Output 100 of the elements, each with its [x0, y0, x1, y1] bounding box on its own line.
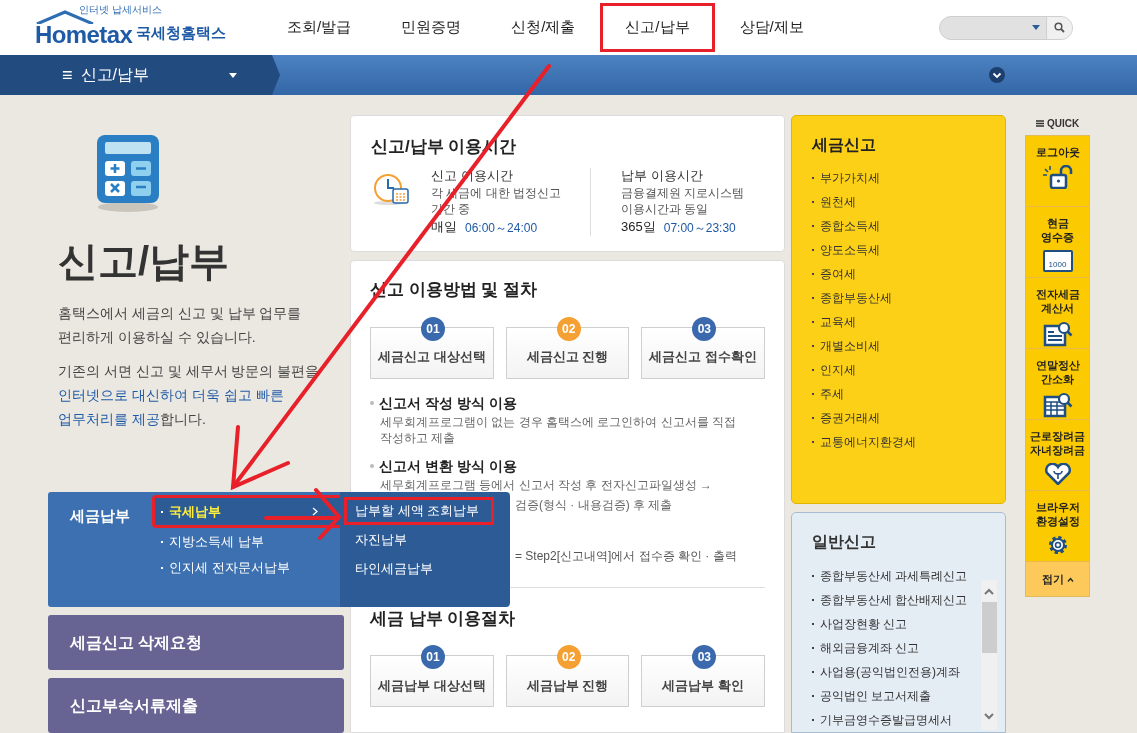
step-label: 세금납부 대상선택 — [378, 676, 486, 695]
scrollbar[interactable] — [981, 580, 997, 730]
quick-title: QUICK — [1046, 116, 1080, 131]
step-number: 01 — [421, 316, 445, 341]
list-link[interactable]: 사업용(공익법인전용)계좌 — [812, 660, 978, 684]
breadcrumb-bar[interactable]: ≡ 신고/납부 — [0, 55, 280, 95]
panel-title: 일반신고 — [812, 532, 877, 552]
caret-icon — [1031, 25, 1040, 30]
method-text: 세무회계프로그램 등에서 신고서 작성 후 전자신고파일생성 → — [380, 476, 712, 493]
quick-label: 근로장려금 자녀장려금 — [1030, 429, 1085, 457]
logo-brand[interactable]: Hometax — [35, 23, 133, 46]
logo-org: 국세청홈택스 — [136, 23, 227, 43]
chevron-down-icon[interactable] — [989, 67, 1005, 83]
bullet-icon — [370, 464, 374, 468]
list-link[interactable]: 공익법인 보고서제출 — [812, 684, 978, 708]
step-number: 01 — [421, 645, 445, 669]
clock-icon — [371, 171, 411, 206]
quick-label: 브라우저 환경설정 — [1035, 500, 1080, 528]
step-number: 02 — [556, 316, 581, 341]
nav-link[interactable]: 민원증명 — [376, 3, 487, 52]
page-title: 신고/납부 — [58, 241, 231, 281]
list-link[interactable]: 교통에너지환경세 — [812, 430, 1005, 454]
list-link[interactable]: 양도소득세 — [812, 238, 1005, 262]
quick-label: 로그아웃 — [1035, 145, 1080, 159]
flyout-item[interactable]: 타인세금납부 — [344, 555, 494, 583]
calculator-icon — [95, 133, 161, 213]
collapse-button[interactable]: 접기 — [1026, 562, 1089, 596]
list-link[interactable]: 증여세 — [812, 262, 1005, 286]
menu-card[interactable]: 신고부속서류제출 — [48, 678, 344, 733]
time-range: 07:00～23:30 — [663, 219, 736, 236]
info-text: 금융결제원 지로시스템 — [621, 184, 745, 201]
search-field[interactable] — [938, 15, 1073, 40]
method-title: 신고서 작성 방식 이용 — [379, 393, 517, 413]
quick-label: 연말정산 간소화 — [1035, 358, 1080, 386]
flyout-item[interactable]: 납부할 세액 조회납부 — [344, 497, 494, 525]
intro-paragraph: 홈택스에서 세금의 신고 및 납부 업무를 편리하게 이용하실 수 있습니다. — [58, 304, 303, 347]
menu-icon[interactable]: ≡ — [62, 61, 73, 89]
menu-card[interactable]: 세금신고 삭제요청 — [48, 615, 344, 670]
quick-label: 전자세금 계산서 — [1035, 287, 1080, 315]
list-link[interactable]: 개별소비세 — [812, 334, 1005, 358]
nav-link[interactable]: 조회/발급 — [262, 3, 377, 52]
step-number: 02 — [556, 645, 581, 669]
caret-up-icon — [1066, 576, 1074, 582]
list-link[interactable]: 사업장현황 신고 — [812, 612, 978, 636]
list-link[interactable]: 원천세 — [812, 190, 1005, 214]
method-text: 검증(형식 · 내용검증) 후 제출 — [515, 496, 673, 513]
method-text: 작성하고 제출 — [380, 429, 456, 446]
step-label: 세금납부 진행 — [526, 676, 609, 695]
table-search-icon — [1042, 392, 1073, 418]
chevron-right-icon — [312, 507, 318, 516]
search-icon — [1053, 22, 1065, 33]
list-link[interactable]: 종합부동산세 — [812, 286, 1005, 310]
list-link[interactable]: 종합부동산세 과세특례신고 — [812, 564, 978, 588]
day-label: 매일 — [431, 218, 457, 236]
step-label: 세금신고 대상선택 — [378, 348, 486, 366]
breadcrumb-label[interactable]: 신고/납부 — [80, 63, 221, 87]
method-text: = Step2[신고내역]에서 접수증 확인 · 출력 — [515, 547, 737, 565]
banknote-icon: 1000 — [1042, 250, 1073, 272]
list-link[interactable]: 기부금영수증발급명세서 — [812, 708, 978, 732]
step-label: 세금납부 확인 — [662, 676, 744, 695]
list-link[interactable]: 종합소득세 — [812, 214, 1005, 238]
submenu-item[interactable]: 국세납부 — [152, 495, 343, 528]
heart-icon — [1044, 463, 1071, 485]
menu-icon — [1035, 119, 1044, 127]
intro-paragraph: 기존의 서면 신고 및 세무서 방문의 불편을 인터넷으로 대신하여 더욱 쉽고 빠른 업무처리를 제공합니다. — [58, 362, 321, 429]
list-link[interactable]: 교육세 — [812, 310, 1005, 334]
time-range: 06:00～24:00 — [465, 219, 538, 236]
nav-link[interactable]: 신청/제출 — [486, 3, 601, 52]
submenu-item[interactable]: 인지세 전자문서납부 — [152, 555, 343, 580]
search-button[interactable] — [1045, 16, 1072, 39]
nav-link[interactable]: 상담/제보 — [714, 3, 829, 52]
quick-item[interactable]: 전자세금 계산서 — [1026, 278, 1089, 349]
column-heading: 납부 이용시간 — [621, 167, 704, 184]
nav-link[interactable]: 신고/납부 — [600, 3, 715, 52]
quick-item[interactable]: 근로장려금 자녀장려금 — [1026, 420, 1089, 491]
quick-item[interactable]: 연말정산 간소화 — [1026, 349, 1089, 420]
day-label: 365일 — [621, 218, 656, 236]
scrollbar-thumb[interactable] — [981, 602, 997, 653]
step-number: 03 — [692, 316, 717, 341]
quick-item[interactable]: 브라우저 환경설정 — [1026, 491, 1089, 562]
list-link[interactable]: 종합부동산세 합산배제신고 — [812, 588, 978, 612]
list-link[interactable]: 해외금융계좌 신고 — [812, 636, 978, 660]
document-search-icon — [1042, 321, 1073, 347]
method-text: 세무회계프로그램이 없는 경우 홈택스에 로그인하여 신고서를 직접 — [380, 413, 736, 430]
list-link[interactable]: 주세 — [812, 382, 1005, 406]
list-link[interactable]: 인지세 — [812, 358, 1005, 382]
list-link[interactable]: 증권거래세 — [812, 406, 1005, 430]
step-label: 세금신고 진행 — [526, 348, 609, 366]
submenu-item[interactable]: 지방소득세 납부 — [152, 529, 343, 554]
menu-heading[interactable]: 세금납부 — [70, 505, 130, 527]
settings-icon — [1046, 534, 1069, 556]
quick-item[interactable]: 로그아웃 — [1026, 136, 1089, 207]
lock-icon — [1040, 165, 1075, 189]
panel-title: 세금신고 — [812, 135, 877, 155]
quick-item[interactable]: 현금 영수증 1000 — [1026, 207, 1089, 278]
info-text: 이용시간과 동일 — [621, 200, 710, 217]
collapse-label: 접기 — [1041, 571, 1064, 587]
flyout-item[interactable]: 자진납부 — [344, 526, 494, 554]
list-link[interactable]: 부가가치세 — [812, 166, 1005, 190]
step-label: 세금신고 접수확인 — [649, 348, 757, 366]
